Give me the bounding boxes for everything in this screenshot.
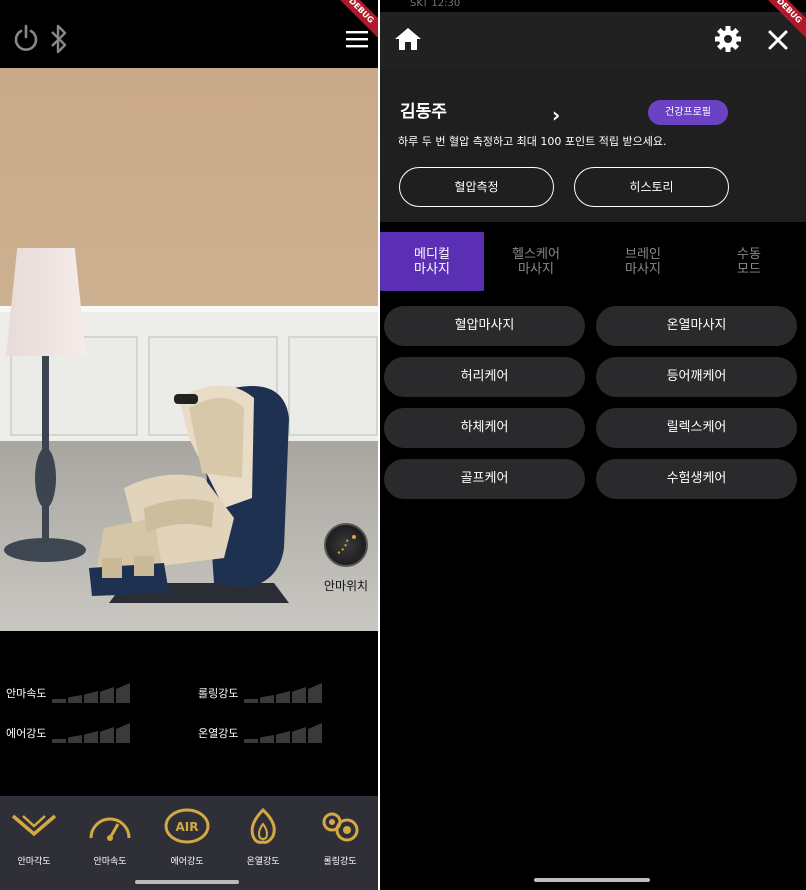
tab-healthcare-massage[interactable]: 헬스케어 마사지 xyxy=(484,232,588,291)
gauge-panel: 안마속도 롤링강도 에어강도 온열강도 xyxy=(0,631,378,796)
nav-massage-angle[interactable]: 안마각도 xyxy=(4,808,64,867)
gauge-bar-segment xyxy=(116,723,130,743)
nav-heat-strength[interactable]: 온열강도 xyxy=(233,807,293,867)
program-blood-pressure-massage[interactable]: 혈압마사지 xyxy=(384,306,585,346)
program-waist-care[interactable]: 허리케어 xyxy=(384,357,585,397)
points-notice: 하루 두 번 혈압 측정하고 최대 100 포인트 적립 받으세요. xyxy=(398,135,667,148)
category-tabs: 메디컬 마사지 헬스케어 마사지 브레인 마사지 수동 모드 xyxy=(380,232,806,291)
tab-manual-mode[interactable]: 수동 모드 xyxy=(697,232,801,291)
gauge-bar-segment xyxy=(100,727,114,743)
program-relax-care[interactable]: 릴렉스케어 xyxy=(596,408,797,448)
home-indicator[interactable] xyxy=(534,878,650,882)
chevron-right-icon[interactable]: › xyxy=(552,103,560,127)
gauge-label: 안마속도 xyxy=(6,687,47,700)
menu-icon[interactable] xyxy=(346,30,368,52)
gauge-bars xyxy=(52,683,134,703)
app-root: DEBUG 안마위치 안마속도 롤링강도 에어강도 온열강도 안마각도 안마속도… xyxy=(0,0,806,890)
gauge-bar-segment xyxy=(292,687,306,703)
recline-angle-icon xyxy=(11,814,57,837)
nav-label: 롤링강도 xyxy=(323,857,357,867)
gauge-bar-segment xyxy=(84,731,98,743)
profile-card: 김동주 › 건강프로필 하루 두 번 혈압 측정하고 최대 100 포인트 적립… xyxy=(380,67,806,222)
nav-label: 온열강도 xyxy=(246,857,280,867)
nav-label: 안마속도 xyxy=(93,857,127,867)
gauge-bar-segment xyxy=(292,727,306,743)
nav-air-strength[interactable]: AIR 에어강도 xyxy=(157,808,217,867)
left-top-bar: DEBUG xyxy=(0,0,378,68)
air-icon: AIR xyxy=(164,808,210,844)
gauge-label: 에어강도 xyxy=(6,727,47,740)
tab-medical-massage[interactable]: 메디컬 마사지 xyxy=(380,232,484,291)
gauge-bar-segment xyxy=(100,687,114,703)
home-icon[interactable] xyxy=(394,26,422,56)
chair-scene-image: 안마위치 xyxy=(0,68,378,631)
lamp-pole-bulge xyxy=(35,448,56,508)
nav-rolling-strength[interactable]: 롤링강도 xyxy=(310,808,370,867)
massage-chair-illustration xyxy=(89,385,289,603)
gauge-bar-segment xyxy=(276,731,290,743)
gauge-bars xyxy=(52,723,134,743)
nav-label: 안마각도 xyxy=(17,857,51,867)
bluetooth-icon[interactable] xyxy=(48,24,70,58)
health-profile-badge[interactable]: 건강프로필 xyxy=(648,100,728,125)
flame-icon xyxy=(250,807,276,844)
wall-panel-frame xyxy=(288,336,378,436)
gauge-bar-segment xyxy=(308,683,322,703)
history-button[interactable]: 히스토리 xyxy=(574,167,729,207)
gauge-bar-segment xyxy=(116,683,130,703)
measure-blood-pressure-button[interactable]: 혈압측정 xyxy=(399,167,554,207)
gear-icon[interactable] xyxy=(714,25,742,57)
gauge-bars xyxy=(244,723,326,743)
massage-position-dial[interactable] xyxy=(324,523,368,567)
gauge-bar-segment xyxy=(84,691,98,703)
gauge-bar-segment xyxy=(260,735,274,743)
program-golf-care[interactable]: 골프케어 xyxy=(384,459,585,499)
drawer-top-bar: DEBUG xyxy=(380,0,806,67)
tab-brain-massage[interactable]: 브레인 마사지 xyxy=(591,232,695,291)
gauge-rolling-strength: 롤링강도 xyxy=(198,683,326,703)
gauge-massage-speed: 안마속도 xyxy=(6,683,134,703)
home-indicator[interactable] xyxy=(135,880,239,884)
massage-position-label: 안마위치 xyxy=(323,579,369,593)
power-icon[interactable] xyxy=(12,24,40,56)
gauge-bar-segment xyxy=(244,699,258,703)
gauge-bar-segment xyxy=(68,735,82,743)
gauge-bar-segment xyxy=(260,695,274,703)
lamp-shade xyxy=(6,248,86,356)
gauge-bar-segment xyxy=(308,723,322,743)
gauge-bar-segment xyxy=(52,739,66,743)
gauge-heat-strength: 온열강도 xyxy=(198,723,326,743)
user-name[interactable]: 김동주 xyxy=(400,97,447,122)
status-bar: SKT 12:30 xyxy=(380,0,806,12)
nav-label: 에어강도 xyxy=(170,857,204,867)
program-back-shoulder-care[interactable]: 등어깨케어 xyxy=(596,357,797,397)
program-lower-body-care[interactable]: 하체케어 xyxy=(384,408,585,448)
gauge-bars xyxy=(244,683,326,703)
gauge-bar-segment xyxy=(52,699,66,703)
nav-massage-speed[interactable]: 안마속도 xyxy=(80,808,140,867)
close-icon[interactable] xyxy=(767,29,789,55)
gauge-air-strength: 에어강도 xyxy=(6,723,134,743)
gauge-label: 온열강도 xyxy=(198,727,239,740)
rollers-icon xyxy=(322,812,359,842)
right-screen: SKT 12:30 DEBUG 김동주 › 건강프로필 하루 두 번 혈압 측정… xyxy=(380,0,806,890)
lamp-base xyxy=(4,538,86,562)
air-icon-text: AIR xyxy=(176,820,199,834)
gauge-bar-segment xyxy=(276,691,290,703)
bottom-nav: 안마각도 안마속도 AIR 에어강도 온열강도 롤링강도 xyxy=(0,796,378,890)
speedometer-icon xyxy=(89,817,131,841)
gauge-bar-segment xyxy=(244,739,258,743)
gauge-label: 롤링강도 xyxy=(198,687,239,700)
left-screen: DEBUG 안마위치 안마속도 롤링강도 에어강도 온열강도 안마각도 안마속도… xyxy=(0,0,378,890)
gauge-bar-segment xyxy=(68,695,82,703)
program-student-care[interactable]: 수험생케어 xyxy=(596,459,797,499)
program-heat-massage[interactable]: 온열마사지 xyxy=(596,306,797,346)
